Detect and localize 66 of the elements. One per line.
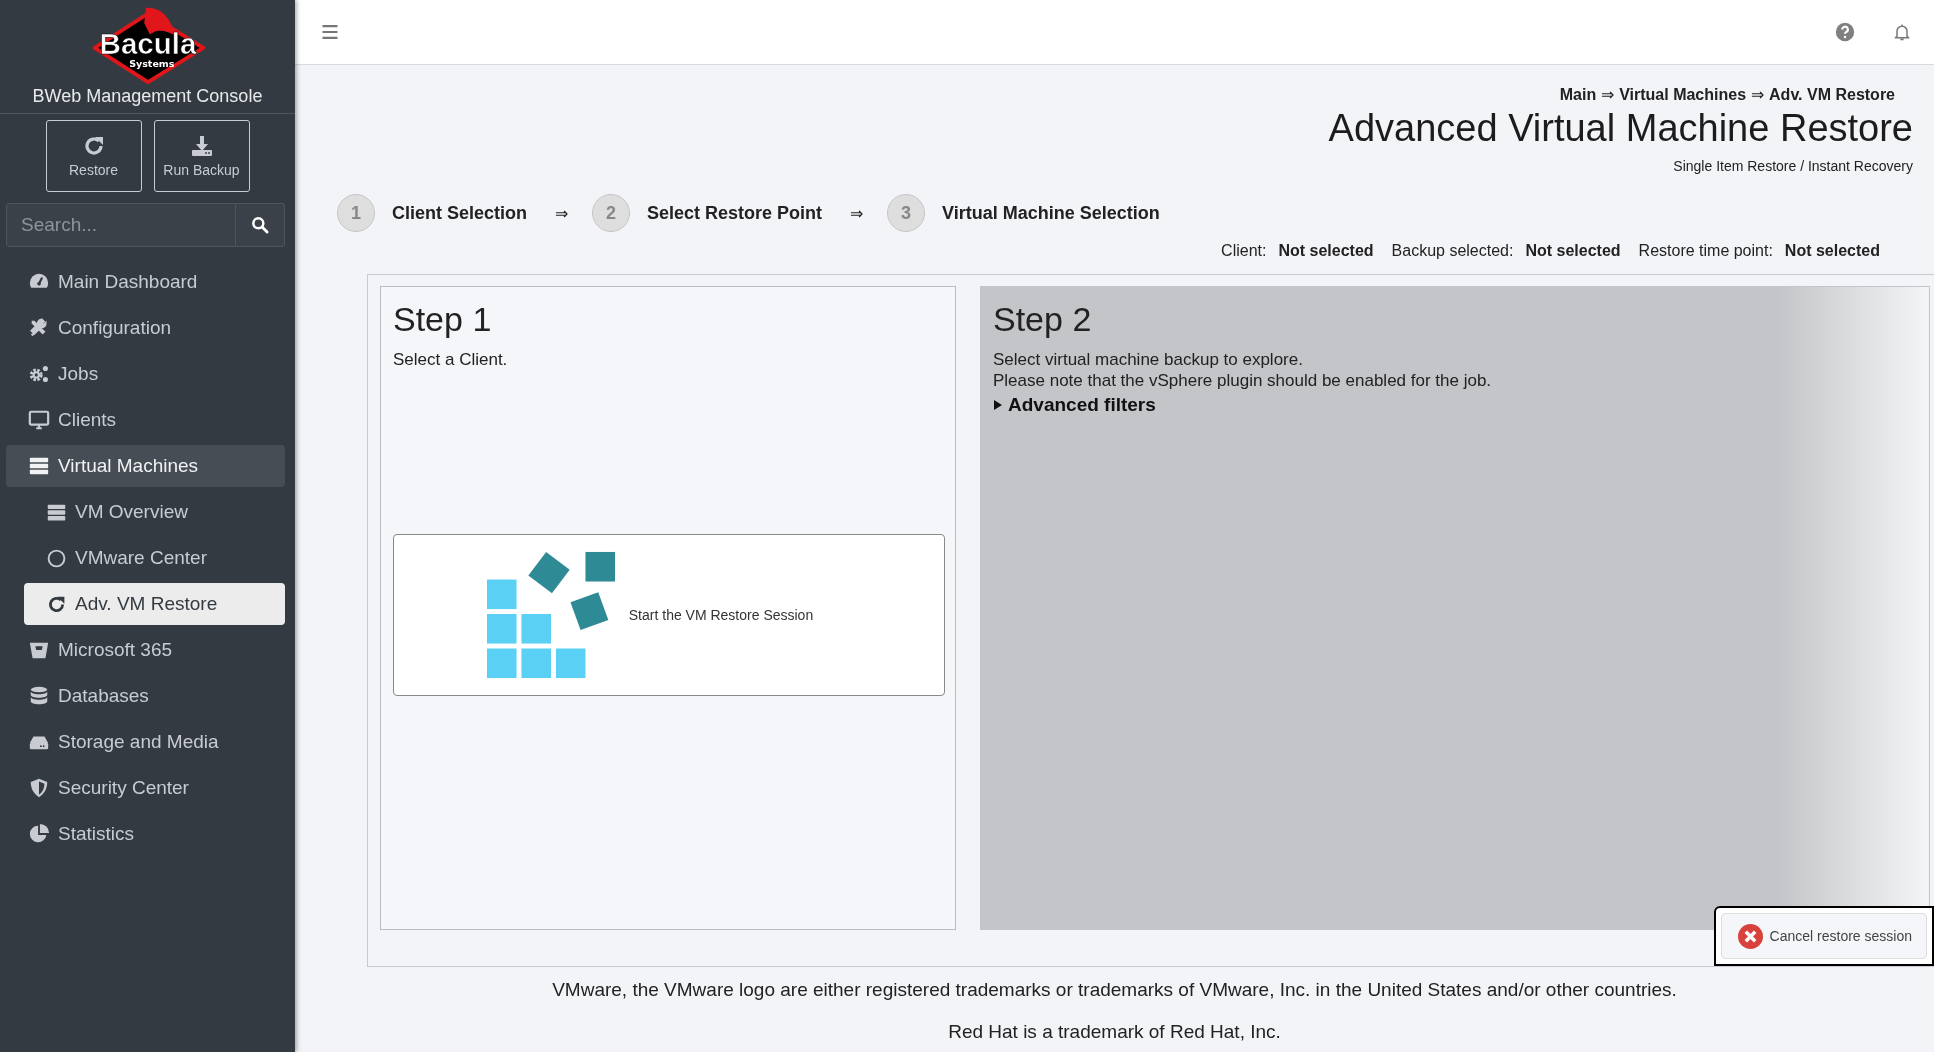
sidebar-item[interactable]: Virtual Machines	[6, 445, 285, 487]
step-arrow: ⇒	[555, 203, 569, 223]
sidebar-item[interactable]: Jobs	[6, 353, 285, 395]
step-number: 3	[887, 194, 926, 232]
summary-label: Restore time point:	[1638, 242, 1773, 260]
sidebar-item[interactable]: Configuration	[6, 307, 285, 349]
search-field[interactable]: Search...	[6, 203, 236, 247]
cancel-restore-button[interactable]: Cancel restore session	[1720, 913, 1927, 959]
sidebar-item[interactable]: Databases	[6, 675, 285, 717]
breadcrumb-link[interactable]: Adv. VM Restore	[1769, 85, 1895, 104]
sidebar-item[interactable]: Security Center	[6, 767, 285, 809]
pie-chart-icon	[28, 823, 50, 845]
database-icon	[28, 685, 50, 707]
sidebar-item[interactable]: Main Dashboard	[6, 261, 285, 303]
caret-icon	[993, 400, 1003, 410]
sidebar-subitem[interactable]: VMware Center	[24, 537, 285, 579]
console-title: BWeb Management Console	[32, 86, 263, 107]
summary-value: Not selected	[1525, 242, 1621, 260]
breadcrumb-separator: ⇒	[1601, 85, 1615, 104]
summary-label: Backup selected:	[1391, 242, 1514, 260]
server-icon	[28, 455, 50, 477]
sidebar-item[interactable]: Storage and Media	[6, 721, 285, 763]
help-icon	[1835, 22, 1855, 42]
panel-text: Select a Client.	[393, 349, 509, 370]
summary-value: Not selected	[1784, 242, 1880, 260]
step-number: 1	[337, 194, 375, 232]
run-backup-button[interactable]: Run Backup	[153, 120, 250, 192]
panel-title: Step 1	[393, 299, 493, 339]
sidebar-subitem[interactable]: Adv. VM Restore	[24, 583, 285, 625]
panel-title: Step 2	[993, 299, 1093, 339]
circle-icon	[46, 547, 67, 569]
shield-icon	[28, 777, 50, 799]
menu-button[interactable]	[320, 22, 340, 42]
start-session-button[interactable]: Start the VM Restore Session	[393, 534, 945, 696]
menu-icon	[320, 22, 340, 42]
panel-text: Select virtual machine backup to explore.	[993, 349, 1304, 370]
search-icon	[250, 215, 270, 235]
trademark-notice: VMware, the VMware logo are either registered trademarks or trademarks of VMware, Inc. in the United States and/or other countries.	[552, 979, 1677, 1001]
sidebar-item[interactable]: Microsoft 365	[6, 629, 285, 671]
sidebar-item[interactable]: Clients	[6, 399, 285, 441]
download-icon	[189, 134, 214, 158]
logo-tagline: Systems	[128, 57, 174, 69]
breadcrumb-link[interactable]: Virtual Machines	[1619, 85, 1747, 104]
sidebar-item[interactable]: Statistics	[6, 813, 285, 855]
help-button[interactable]	[1835, 22, 1855, 42]
sidebar-subitem[interactable]: VM Overview	[24, 491, 285, 533]
step-number: 2	[592, 194, 631, 232]
breadcrumb-link[interactable]: Main	[1559, 85, 1597, 104]
search-button[interactable]	[236, 203, 285, 247]
step-arrow: ⇒	[850, 203, 864, 223]
summary-value: Not selected	[1278, 242, 1374, 260]
step-label: Select Restore Point	[647, 202, 823, 224]
step-label: Virtual Machine Selection	[942, 202, 1160, 224]
breadcrumb-separator: ⇒	[1751, 85, 1765, 104]
tools-icon	[28, 317, 50, 339]
panel-text: Please note that the vSphere plugin should be enabled for the job.	[993, 370, 1493, 391]
trademark-notice: Red Hat is a trademark of Red Hat, Inc.	[948, 1021, 1281, 1043]
monitor-icon	[28, 409, 50, 431]
summary-label: Client:	[1221, 242, 1267, 260]
gears-icon	[28, 363, 50, 385]
page-title: Advanced Virtual Machine Restore	[1328, 106, 1913, 151]
restore-button[interactable]: Restore	[45, 120, 142, 192]
error-icon	[1737, 923, 1763, 949]
step-label: Client Selection	[392, 202, 528, 224]
page-subtitle: Single Item Restore / Instant Recovery	[1673, 158, 1913, 174]
logo-wordmark: Bacula	[99, 26, 196, 60]
